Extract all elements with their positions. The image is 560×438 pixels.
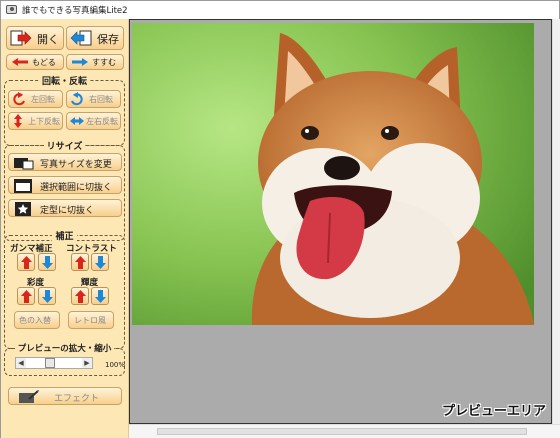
arrow-up-icon xyxy=(75,256,86,269)
correction-group-title: 補正 xyxy=(5,229,124,242)
open-file-icon xyxy=(10,30,32,46)
title-bar: 誰でもできる写真編集Lite2 xyxy=(1,1,559,19)
arrow-left-icon xyxy=(12,58,28,66)
brightness-down-button[interactable] xyxy=(91,287,109,305)
resize-icon xyxy=(14,158,34,170)
horizontal-scrollbar-thumb[interactable] xyxy=(157,428,527,435)
slider-right-arrow-icon[interactable]: ▶ xyxy=(82,358,92,368)
flip-horizontal-icon xyxy=(70,117,84,125)
undo-button[interactable]: もどる xyxy=(6,54,64,70)
open-button[interactable]: 開く xyxy=(6,26,64,50)
arrow-down-icon xyxy=(42,256,53,269)
flip-vertical-button[interactable]: 上下反転 xyxy=(8,112,63,130)
contrast-up-button[interactable] xyxy=(71,253,89,271)
arrow-down-icon xyxy=(95,290,106,303)
camera-icon xyxy=(6,5,17,14)
gamma-down-button[interactable] xyxy=(38,253,56,271)
crop-selection-button[interactable]: 選択範囲に切抜く xyxy=(8,176,122,194)
contrast-down-button[interactable] xyxy=(91,253,109,271)
arrow-right-icon xyxy=(72,58,88,66)
arrow-down-icon xyxy=(95,256,106,269)
save-button[interactable]: 保存 xyxy=(66,26,124,50)
control-panel: 開く 保存 もどる すすむ 回転・反転 左回転 右回転 上下反転 左右反転 リサ… xyxy=(1,19,129,438)
rotate-group-title: 回転・反転 xyxy=(5,74,124,87)
magic-wand-icon xyxy=(19,390,40,403)
arrow-up-icon xyxy=(75,290,86,303)
flip-vertical-icon xyxy=(14,114,22,128)
horizontal-scrollbar[interactable] xyxy=(129,424,560,438)
flip-horizontal-button[interactable]: 左右反転 xyxy=(66,112,121,130)
rotate-right-button[interactable]: 右回転 xyxy=(66,90,121,108)
change-photo-size-button[interactable]: 写真サイズを変更 xyxy=(8,153,122,171)
color-swap-button[interactable]: 色の入替 xyxy=(14,311,60,329)
preview-area-label: プレビューエリア xyxy=(441,404,546,419)
zoom-slider-thumb[interactable] xyxy=(45,358,55,368)
preview-area[interactable]: プレビューエリア xyxy=(129,19,552,424)
zoom-slider[interactable]: ◀ ▶ xyxy=(15,357,93,369)
rotate-right-icon xyxy=(71,92,83,106)
crop-shape-button[interactable]: 定型に切抜く xyxy=(8,199,122,217)
resize-group-title: リサイズ xyxy=(5,139,124,152)
vertical-scrollbar[interactable] xyxy=(552,19,560,424)
arrow-up-icon xyxy=(21,290,32,303)
rotate-left-icon xyxy=(13,92,25,106)
app-window: 誰でもできる写真編集Lite2 開く 保存 もどる すすむ 回転・反転 左回転 … xyxy=(0,0,560,438)
save-file-icon xyxy=(70,30,92,46)
arrow-up-icon xyxy=(21,256,32,269)
arrow-down-icon xyxy=(42,290,53,303)
redo-button[interactable]: すすむ xyxy=(66,54,124,70)
effect-button[interactable]: エフェクト xyxy=(8,387,122,405)
crop-icon xyxy=(14,179,32,193)
slider-left-arrow-icon[interactable]: ◀ xyxy=(16,358,26,368)
star-icon xyxy=(15,202,31,216)
dog-photo-image xyxy=(132,23,534,325)
preview-photo xyxy=(132,23,534,325)
rotate-left-button[interactable]: 左回転 xyxy=(8,90,63,108)
zoom-group-title: プレビューの拡大・縮小 xyxy=(5,342,124,354)
zoom-value: 100% xyxy=(105,361,126,369)
retro-button[interactable]: レトロ風 xyxy=(68,311,114,329)
saturation-down-button[interactable] xyxy=(38,287,56,305)
gamma-up-button[interactable] xyxy=(17,253,35,271)
saturation-up-button[interactable] xyxy=(17,287,35,305)
brightness-up-button[interactable] xyxy=(71,287,89,305)
window-title: 誰でもできる写真編集Lite2 xyxy=(22,6,128,16)
